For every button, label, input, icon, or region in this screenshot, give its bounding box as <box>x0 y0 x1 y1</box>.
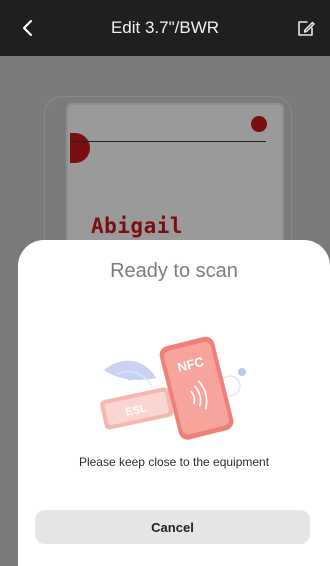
page-title: Edit 3.7"/BWR <box>110 18 220 37</box>
edit-icon <box>298 21 315 36</box>
label-name-text: Abigail <box>91 214 184 238</box>
cancel-button[interactable]: Cancel <box>35 510 310 544</box>
red-dot-shape <box>251 116 267 132</box>
back-button[interactable] <box>14 14 42 42</box>
scan-instruction-text: Please keep close to the equipment <box>78 455 270 469</box>
label-divider-line <box>70 141 266 142</box>
chevron-left-icon <box>22 19 33 37</box>
top-bar: Edit 3.7"/BWR <box>0 0 330 56</box>
sheet-title: Ready to scan <box>110 260 238 282</box>
edit-button[interactable] <box>292 14 320 42</box>
nfc-scan-sheet: Ready to scan ESL NFC Please keep close … <box>18 240 330 566</box>
nfc-phone-illustration: ESL NFC <box>100 336 246 440</box>
